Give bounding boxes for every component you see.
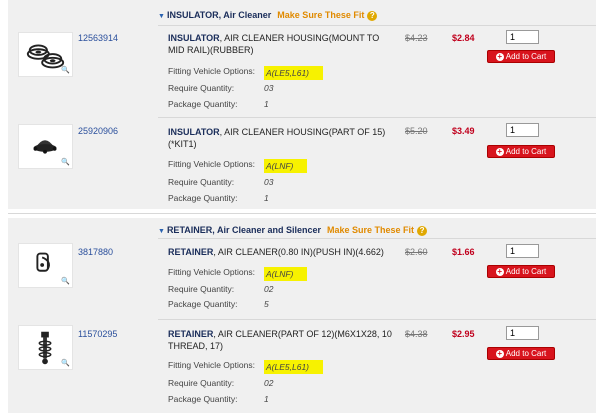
help-icon[interactable]: ? [417, 226, 428, 236]
fitting-row: Fitting Vehicle Options: A(LE5,L61) [168, 360, 323, 374]
require-row: Require Quantity: 02 [168, 284, 273, 294]
product-thumbnail[interactable]: 🔍 [18, 32, 73, 77]
section-header: ▼ INSULATOR, Air Cleaner Make Sure These F… [158, 10, 378, 21]
package-label: Package Quantity: [168, 299, 238, 309]
product-thumbnail[interactable]: 🔍 [18, 325, 73, 370]
require-row: Require Quantity: 03 [168, 83, 273, 93]
list-item: 🔍 25920906 INSULATOR, AIR CLEANER HOUSIN… [8, 118, 596, 208]
fitting-value: A(LE5,L61) [264, 66, 323, 80]
list-price: $2.60 [405, 247, 428, 257]
add-to-cart-button[interactable]: + Add to Cart [487, 347, 555, 360]
package-label: Package Quantity: [168, 193, 238, 203]
package-value: 1 [264, 394, 269, 404]
require-label: Require Quantity: [168, 284, 235, 294]
part-description[interactable]: INSULATOR, AIR CLEANER HOUSING(PART OF 1… [168, 126, 393, 150]
package-row: Package Quantity: 1 [168, 394, 269, 404]
plus-circle-icon: + [495, 51, 504, 61]
product-thumbnail[interactable]: 🔍 [18, 243, 73, 288]
fitting-label: Fitting Vehicle Options: [168, 360, 255, 370]
part-number-link[interactable]: 3817880 [78, 247, 113, 257]
plus-circle-icon: + [495, 348, 504, 358]
fitting-label: Fitting Vehicle Options: [168, 267, 255, 277]
quantity-input[interactable] [506, 123, 539, 137]
category-title: INSULATOR, Air Cleaner [166, 10, 272, 20]
require-label: Require Quantity: [168, 177, 235, 187]
add-to-cart-button[interactable]: + Add to Cart [487, 265, 555, 278]
part-name: INSULATOR [168, 33, 220, 43]
section-divider [8, 213, 596, 214]
part-description[interactable]: RETAINER, AIR CLEANER(0.80 IN)(PUSH IN)(… [168, 246, 393, 258]
sale-price: $1.66 [452, 247, 475, 257]
package-row: Package Quantity: 1 [168, 193, 269, 203]
package-label: Package Quantity: [168, 99, 238, 109]
product-thumbnail[interactable]: 🔍 [18, 124, 73, 169]
make-sure-fit-link[interactable]: Make Sure These Fit [277, 10, 364, 20]
quantity-input[interactable] [506, 244, 539, 258]
list-price: $5.20 [405, 126, 428, 136]
list-price: $4.38 [405, 329, 428, 339]
add-to-cart-label: Add to Cart [505, 267, 547, 276]
part-detail: , AIR CLEANER(0.80 IN)(PUSH IN)(4.662) [213, 247, 384, 257]
fitting-value: A(LE5,L61) [264, 360, 323, 374]
require-value: 03 [264, 177, 274, 187]
part-name: INSULATOR [168, 127, 220, 137]
list-price: $4.23 [405, 33, 428, 43]
require-row: Require Quantity: 03 [168, 177, 273, 187]
caret-down-icon[interactable]: ▼ [158, 228, 165, 235]
fitting-row: Fitting Vehicle Options: A(LNF) [168, 267, 308, 281]
package-value: 1 [264, 99, 269, 109]
require-row: Require Quantity: 02 [168, 378, 273, 388]
add-to-cart-label: Add to Cart [505, 147, 547, 156]
list-item: 🔍 12563914 INSULATOR, AIR CLEANER HOUSIN… [8, 26, 596, 116]
category-title: RETAINER, Air Cleaner and Silencer [166, 225, 321, 235]
package-value: 5 [264, 299, 269, 309]
fitting-label: Fitting Vehicle Options: [168, 66, 255, 76]
part-description[interactable]: RETAINER, AIR CLEANER(PART OF 12)(M6X1X2… [168, 328, 393, 352]
part-number-link[interactable]: 11570295 [78, 329, 117, 339]
package-label: Package Quantity: [168, 394, 238, 404]
list-item: 🔍 3817880 RETAINER, AIR CLEANER(0.80 IN)… [8, 238, 596, 328]
magnify-icon[interactable]: 🔍 [61, 158, 70, 166]
require-value: 03 [264, 83, 274, 93]
magnify-icon[interactable]: 🔍 [61, 66, 70, 74]
fitting-label: Fitting Vehicle Options: [168, 159, 255, 169]
plus-circle-icon: + [495, 146, 504, 156]
require-value: 02 [264, 284, 274, 294]
make-sure-fit-link[interactable]: Make Sure These Fit [327, 225, 414, 235]
add-to-cart-button[interactable]: + Add to Cart [487, 50, 555, 63]
part-number-link[interactable]: 25920906 [78, 126, 118, 136]
part-name: RETAINER [168, 247, 214, 257]
fitting-value: A(LNF) [264, 159, 308, 173]
add-to-cart-label: Add to Cart [505, 349, 547, 358]
section-header: ▼ RETAINER, Air Cleaner and Silencer Make … [158, 225, 428, 236]
fitting-row: Fitting Vehicle Options: A(LE5,L61) [168, 66, 323, 80]
magnify-icon[interactable]: 🔍 [61, 359, 70, 367]
require-value: 02 [264, 378, 274, 388]
add-to-cart-button[interactable]: + Add to Cart [487, 145, 555, 158]
package-row: Package Quantity: 1 [168, 99, 269, 109]
list-item: 🔍 11570295 RETAINER, AIR CLEANER(PART OF… [8, 319, 596, 409]
quantity-input[interactable] [506, 326, 539, 340]
caret-down-icon[interactable]: ▼ [158, 13, 165, 20]
package-value: 1 [264, 193, 269, 203]
sale-price: $2.95 [452, 329, 475, 339]
quantity-input[interactable] [506, 30, 539, 44]
fitting-row: Fitting Vehicle Options: A(LNF) [168, 159, 308, 173]
sale-price: $2.84 [452, 33, 475, 43]
sale-price: $3.49 [452, 126, 475, 136]
require-label: Require Quantity: [168, 378, 235, 388]
plus-circle-icon: + [495, 266, 504, 276]
part-description[interactable]: INSULATOR, AIR CLEANER HOUSING(MOUNT TO … [168, 32, 393, 56]
magnify-icon[interactable]: 🔍 [61, 277, 70, 285]
add-to-cart-label: Add to Cart [505, 52, 547, 61]
require-label: Require Quantity: [168, 83, 235, 93]
package-row: Package Quantity: 5 [168, 299, 269, 309]
fitting-value: A(LNF) [264, 267, 308, 281]
help-icon[interactable]: ? [367, 11, 378, 21]
part-name: RETAINER [168, 329, 214, 339]
part-number-link[interactable]: 12563914 [78, 33, 118, 43]
